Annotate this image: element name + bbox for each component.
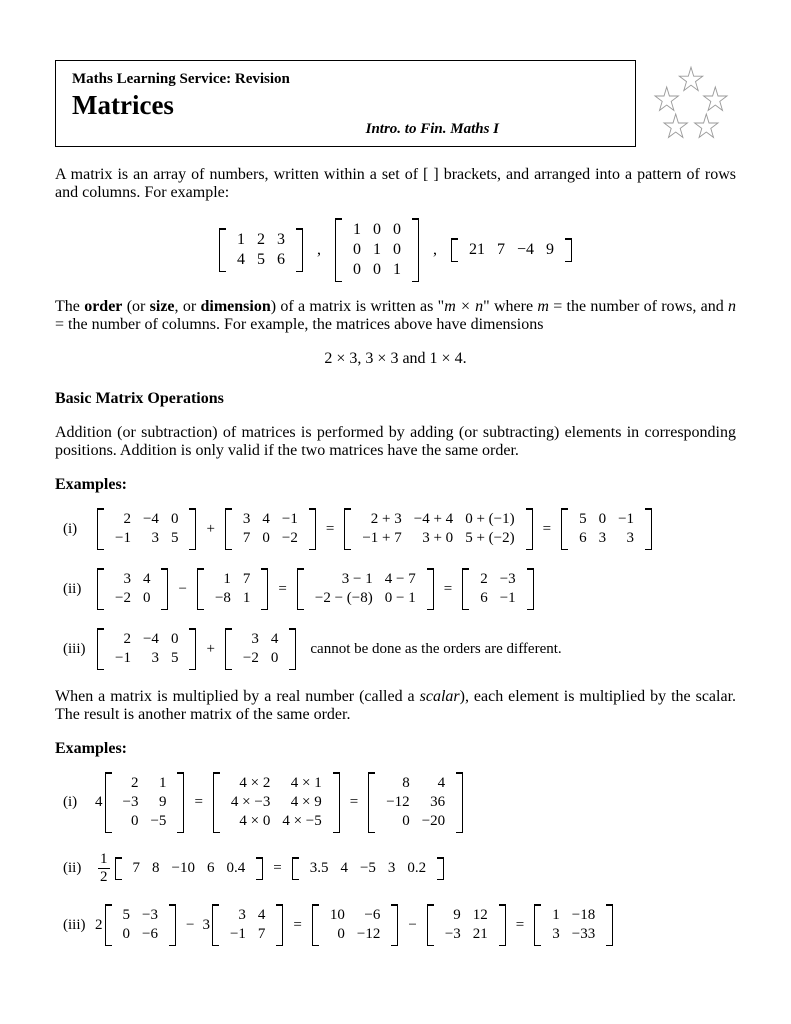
addition-paragraph: Addition (or subtraction) of matrices is… (55, 424, 736, 460)
example-1-i: (i) 2−40−135 + 34−170−2 = 2 + 3−4 + 40 +… (63, 508, 736, 550)
header-box: Maths Learning Service: Revision Matrice… (55, 60, 636, 147)
example-2-i: (i) 4 21−390−5 = 4 × 24 × 14 × −34 × 94 … (63, 772, 736, 833)
example-number: (ii) (63, 581, 95, 598)
examples-label-1: Examples: (55, 476, 736, 494)
header-pretitle: Maths Learning Service: Revision (72, 71, 619, 88)
scalar-value: 4 (95, 794, 103, 811)
scalar-paragraph: When a matrix is multiplied by a real nu… (55, 688, 736, 724)
matrix: 34−170−2 (225, 508, 316, 550)
scalar-value: 2 (95, 917, 103, 934)
matrix: 84−12360−20 (368, 772, 463, 833)
matrix: 34−20 (225, 628, 296, 670)
examples-label-2: Examples: (55, 740, 736, 758)
matrix-3x3: 100010001 (335, 218, 419, 282)
star-decoration-icon (646, 60, 736, 150)
matrix-1x4: 217−49 (451, 238, 572, 262)
matrix: 34−17 (212, 904, 283, 946)
section-heading-basic-ops: Basic Matrix Operations (55, 390, 736, 408)
intro-matrices: 123456 , 100010001 , 217−49 (55, 218, 736, 282)
dimensions-line: 2 × 3, 3 × 3 and 1 × 4. (55, 350, 736, 368)
example-number: (i) (63, 521, 95, 538)
matrix: 1−183−33 (534, 904, 613, 946)
scalar-value: 3 (202, 917, 210, 934)
matrix: 17−81 (197, 568, 268, 610)
matrix: 5−30−6 (105, 904, 176, 946)
matrix: 34−20 (97, 568, 168, 610)
example-number: (iii) (63, 917, 95, 934)
example-1-ii: (ii) 34−20 − 17−81 = 3 − 14 − 7−2 − (−8)… (63, 568, 736, 610)
example-1-iii: (iii) 2−40−135 + 34−20 cannot be done as… (63, 628, 736, 670)
matrix: 50−1633 (561, 508, 652, 550)
matrix: 2−40−135 (97, 508, 196, 550)
header-title: Matrices (72, 90, 619, 121)
example-2-ii: (ii) 1 2 78−1060.4 = 3.54−530.2 (63, 851, 736, 886)
matrix: 2−40−135 (97, 628, 196, 670)
intro-paragraph: A matrix is an array of numbers, written… (55, 166, 736, 202)
matrix: 21−390−5 (105, 772, 185, 833)
example-number: (ii) (63, 860, 95, 877)
matrix: 10−60−12 (312, 904, 398, 946)
matrix: 3 − 14 − 7−2 − (−8)0 − 1 (297, 568, 434, 610)
header-container: Maths Learning Service: Revision Matrice… (55, 60, 736, 150)
matrix: 3.54−530.2 (292, 857, 444, 880)
matrix: 912−321 (427, 904, 506, 946)
matrix: 2−36−1 (462, 568, 533, 610)
matrix: 2 + 3−4 + 40 + (−1)−1 + 73 + 05 + (−2) (344, 508, 532, 550)
matrix: 78−1060.4 (115, 857, 264, 880)
fraction: 1 2 (98, 851, 110, 886)
matrix-2x3: 123456 (219, 228, 303, 272)
order-paragraph: The order (or size, or dimension) of a m… (55, 298, 736, 334)
header-subtitle: Intro. to Fin. Maths I (72, 121, 499, 138)
example-number: (iii) (63, 641, 95, 658)
matrix: 4 × 24 × 14 × −34 × 94 × 04 × −5 (213, 772, 340, 833)
example-2-iii: (iii) 2 5−30−6 − 3 34−17 = 10−60−12 − 91… (63, 904, 736, 946)
cannot-text: cannot be done as the orders are differe… (310, 641, 561, 658)
example-number: (i) (63, 794, 95, 811)
